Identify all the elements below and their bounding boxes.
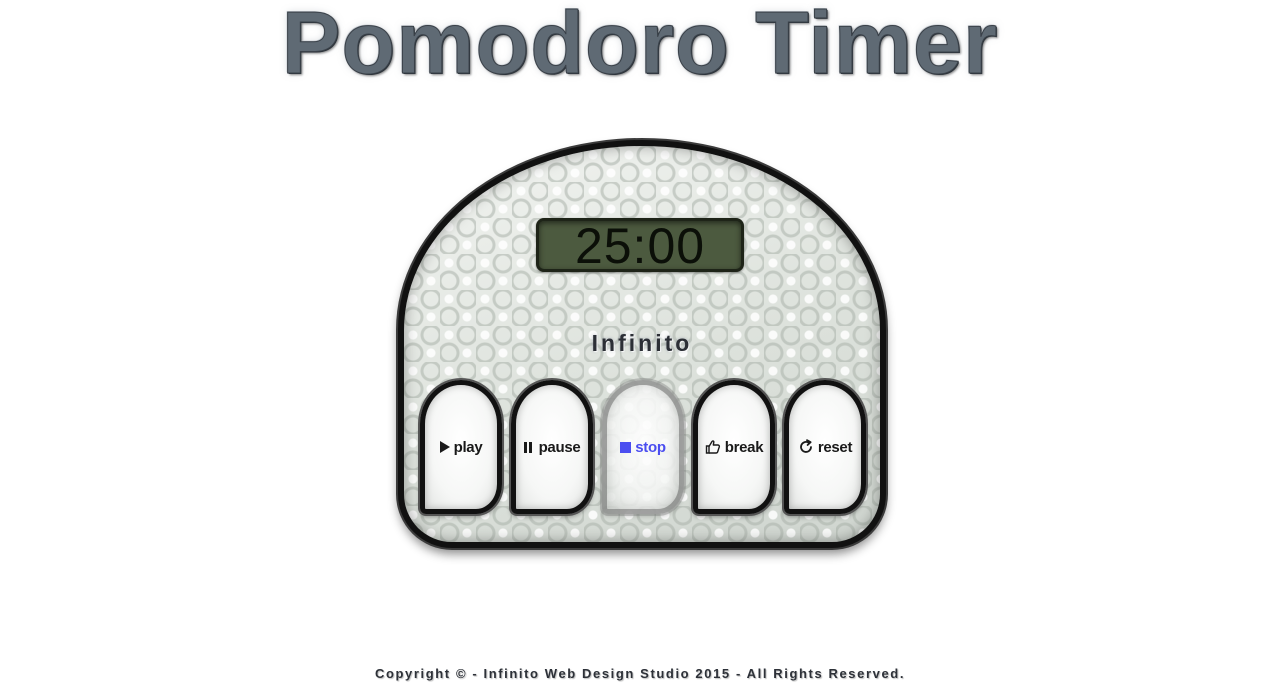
reset-label: reset	[817, 438, 853, 456]
control-buttons: play pause stop break reset	[420, 380, 868, 514]
pause-label: pause	[538, 438, 581, 456]
play-label: play	[453, 438, 483, 456]
page: Pomodoro Timer 25:00 Infinito play pause	[0, 0, 1280, 695]
page-title: Pomodoro Timer	[281, 0, 999, 92]
stop-icon	[620, 441, 632, 453]
timer-display: 25:00	[536, 218, 744, 272]
play-icon	[439, 441, 450, 453]
brand-label: Infinito	[591, 330, 693, 356]
stop-label: stop	[635, 438, 666, 456]
reset-icon	[799, 439, 812, 453]
timer-device: 25:00 Infinito play pause stop break res…	[398, 140, 886, 548]
reset-button[interactable]: reset	[784, 380, 866, 514]
thumbs-up-icon	[705, 440, 720, 454]
break-button[interactable]: break	[693, 380, 775, 514]
pause-icon	[523, 441, 532, 453]
copyright-footer: Copyright © - Infinito Web Design Studio…	[374, 666, 906, 681]
stop-button[interactable]: stop	[602, 380, 684, 514]
break-label: break	[724, 438, 764, 456]
pause-button[interactable]: pause	[511, 380, 593, 514]
play-button[interactable]: play	[420, 380, 502, 514]
